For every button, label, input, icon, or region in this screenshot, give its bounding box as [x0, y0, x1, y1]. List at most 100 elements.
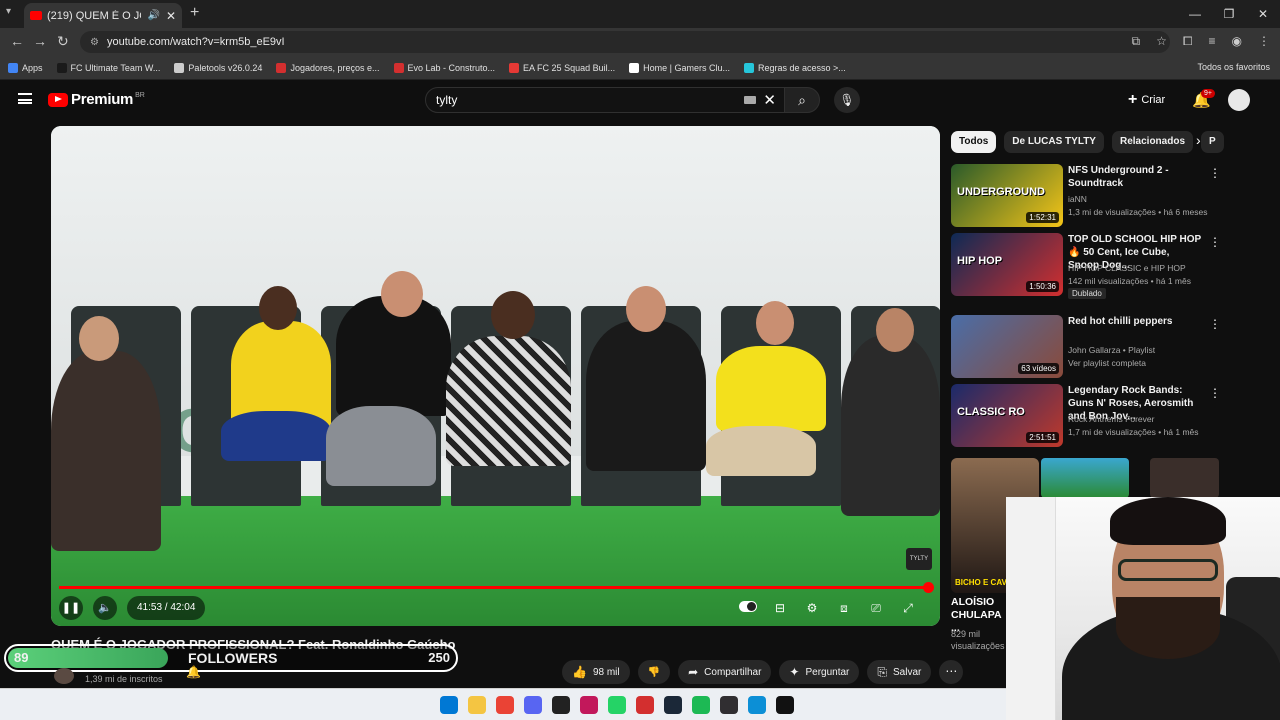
filter-chip[interactable]: P: [1201, 131, 1224, 153]
video-thumbnail[interactable]: 63 vídeos: [951, 315, 1063, 378]
voice-search-icon[interactable]: 🎙: [834, 87, 860, 113]
recommended-video[interactable]: 63 vídeos Red hot chilli peppers John Gall…: [951, 315, 1221, 381]
bookmark-item[interactable]: Regras de acesso >...: [743, 62, 846, 73]
short-thumbnail[interactable]: [1150, 458, 1219, 498]
share-button[interactable]: ➦ Compartilhar: [678, 660, 772, 684]
spotify-icon[interactable]: [692, 696, 710, 714]
create-button[interactable]: + Criar: [1128, 91, 1165, 109]
bookmark-item[interactable]: Home | Gamers Clu...: [629, 62, 730, 73]
clear-search-icon[interactable]: ✕: [763, 91, 776, 109]
minimize-icon[interactable]: —: [1178, 0, 1212, 28]
recommended-video-title[interactable]: Red hot chilli peppers: [1068, 315, 1203, 328]
snipping-tool-icon[interactable]: [580, 696, 598, 714]
restore-icon[interactable]: ❐: [1212, 0, 1246, 28]
search-input[interactable]: tylty ✕: [425, 87, 785, 113]
search-button[interactable]: ⌕: [784, 87, 820, 113]
recommended-channel[interactable]: Rock Anthems Forever: [1068, 414, 1154, 424]
extensions-icon[interactable]: ⧠: [1183, 34, 1193, 49]
tab-search-icon[interactable]: ▾: [6, 6, 11, 17]
video-menu-icon[interactable]: ⋮: [1209, 166, 1221, 180]
steam-icon[interactable]: [664, 696, 682, 714]
dislike-button[interactable]: 👎: [637, 660, 671, 684]
sparkle-icon: ✦: [789, 665, 800, 679]
new-tab-icon[interactable]: +: [190, 4, 199, 22]
account-avatar[interactable]: [1228, 89, 1250, 111]
volume-button[interactable]: 🔈: [93, 596, 117, 620]
reload-icon[interactable]: ↻: [57, 33, 69, 50]
fullscreen-icon[interactable]: ⤢: [899, 601, 917, 616]
toolbar-actions: ⧉ ☆ ⧠ ≡ ◉ ⋮: [1132, 34, 1270, 49]
video-menu-icon[interactable]: ⋮: [1209, 235, 1221, 249]
close-window-icon[interactable]: ✕: [1246, 0, 1280, 28]
filter-chip[interactable]: Todos: [951, 131, 997, 153]
more-actions-icon[interactable]: ⋯: [939, 660, 964, 684]
save-button[interactable]: ⎘ Salvar: [867, 660, 932, 684]
tab-audio-icon[interactable]: 🔊: [147, 10, 159, 21]
like-button[interactable]: 👍 98 mil: [562, 660, 630, 684]
video-watermark: TYLTY: [906, 548, 932, 570]
bookmark-item[interactable]: Paletools v26.0.24: [174, 62, 262, 73]
cast-icon[interactable]: ⎚: [867, 601, 885, 616]
back-icon[interactable]: ←: [10, 33, 24, 49]
recommended-channel[interactable]: iaNN: [1068, 194, 1087, 204]
recommended-video-title[interactable]: NFS Underground 2 - Soundtrack: [1068, 164, 1203, 190]
recommended-video[interactable]: UNDERGROUND 1:52:31 NFS Underground 2 - So…: [951, 164, 1221, 230]
keyboard-icon[interactable]: [744, 96, 756, 104]
site-info-icon[interactable]: ⚙: [90, 37, 99, 48]
media-control-icon[interactable]: ≡: [1209, 34, 1216, 49]
video-thumbnail[interactable]: HIP HOP 1:50:36: [951, 233, 1063, 296]
settings-gear-icon[interactable]: ⚙: [803, 601, 821, 615]
bookmark-item[interactable]: Evo Lab - Construto...: [393, 62, 495, 73]
edge-icon[interactable]: [748, 696, 766, 714]
subtitles-icon[interactable]: ⊟: [771, 601, 789, 615]
seek-bar[interactable]: [59, 582, 935, 593]
player-right-controls: ⊟ ⚙ ⧈ ⎚ ⤢: [739, 596, 917, 620]
video-thumbnail[interactable]: UNDERGROUND 1:52:31: [951, 164, 1063, 227]
call-of-duty-icon[interactable]: [552, 696, 570, 714]
recommended-video[interactable]: CLASSIC RO 2:51:51 Legendary Rock Bands: G…: [951, 384, 1221, 450]
autoplay-toggle[interactable]: [739, 601, 757, 615]
video-thumbnail[interactable]: CLASSIC RO 2:51:51: [951, 384, 1063, 447]
video-menu-icon[interactable]: ⋮: [1209, 386, 1221, 400]
bookmark-star-icon[interactable]: ☆: [1156, 34, 1167, 49]
windows-start-icon[interactable]: [440, 696, 458, 714]
video-player[interactable]: C18 TYLTY ❚❚ 🔈 41:53 / 42:04 ⊟ ⚙ ⧈ ⎚ ⤢: [51, 126, 940, 626]
ask-button[interactable]: ✦ Perguntar: [779, 660, 860, 684]
bookmark-item[interactable]: EA FC 25 Squad Buil...: [509, 62, 615, 73]
address-bar[interactable]: ⚙ youtube.com/watch?v=krm5b_eE9vI: [80, 31, 1170, 53]
profile-icon[interactable]: ◉: [1232, 34, 1242, 49]
short-thumbnail[interactable]: [1041, 458, 1129, 498]
obs-icon[interactable]: [720, 696, 738, 714]
adobe-icon[interactable]: [636, 696, 654, 714]
chips-next-icon[interactable]: ›: [1196, 132, 1201, 148]
subscribe-bell-icon[interactable]: 🔔: [186, 665, 201, 679]
recommended-video[interactable]: HIP HOP 1:50:36 TOP OLD SCHOOL HIP HOP 🔥 5…: [951, 233, 1221, 299]
channel-avatar[interactable]: [54, 668, 74, 684]
recommended-meta: 1,7 mi de visualizações • há 1 mês: [1068, 427, 1199, 437]
chrome-icon[interactable]: [496, 696, 514, 714]
youtube-logo[interactable]: Premium BR: [48, 91, 145, 108]
pause-button[interactable]: ❚❚: [59, 596, 83, 620]
recommended-channel[interactable]: HIP HOP CLASSIC e HIP HOP: [1068, 263, 1186, 273]
bookmark-item[interactable]: FC Ultimate Team W...: [56, 62, 160, 73]
bookmark-item[interactable]: Jogadores, preços e...: [276, 62, 380, 73]
recommended-channel[interactable]: John Gallarza • Playlist: [1068, 345, 1155, 355]
bookmark-label: Apps: [22, 62, 43, 73]
chrome-menu-icon[interactable]: ⋮: [1258, 34, 1270, 49]
file-explorer-icon[interactable]: [468, 696, 486, 714]
discord-icon[interactable]: [524, 696, 542, 714]
followers-current: 89: [14, 650, 29, 665]
video-menu-icon[interactable]: ⋮: [1209, 317, 1221, 331]
tab-close-icon[interactable]: ✕: [166, 9, 176, 23]
all-bookmarks-button[interactable]: Todos os favoritos: [1197, 62, 1270, 72]
browser-tab[interactable]: (219) QUEM É O JOGADOR PROFISSIONAL? 🔊 ✕: [24, 3, 182, 28]
miniplayer-icon[interactable]: ⧈: [835, 601, 853, 616]
ea-app-icon[interactable]: [776, 696, 794, 714]
filter-chip[interactable]: De LUCAS TYLTY: [1004, 131, 1104, 153]
filter-chip[interactable]: Relacionados: [1111, 131, 1194, 153]
menu-icon[interactable]: [18, 93, 32, 104]
forward-icon[interactable]: →: [33, 33, 47, 49]
bookmark-item[interactable]: Apps: [8, 62, 43, 73]
install-app-icon[interactable]: ⧉: [1132, 34, 1141, 49]
whatsapp-icon[interactable]: [608, 696, 626, 714]
